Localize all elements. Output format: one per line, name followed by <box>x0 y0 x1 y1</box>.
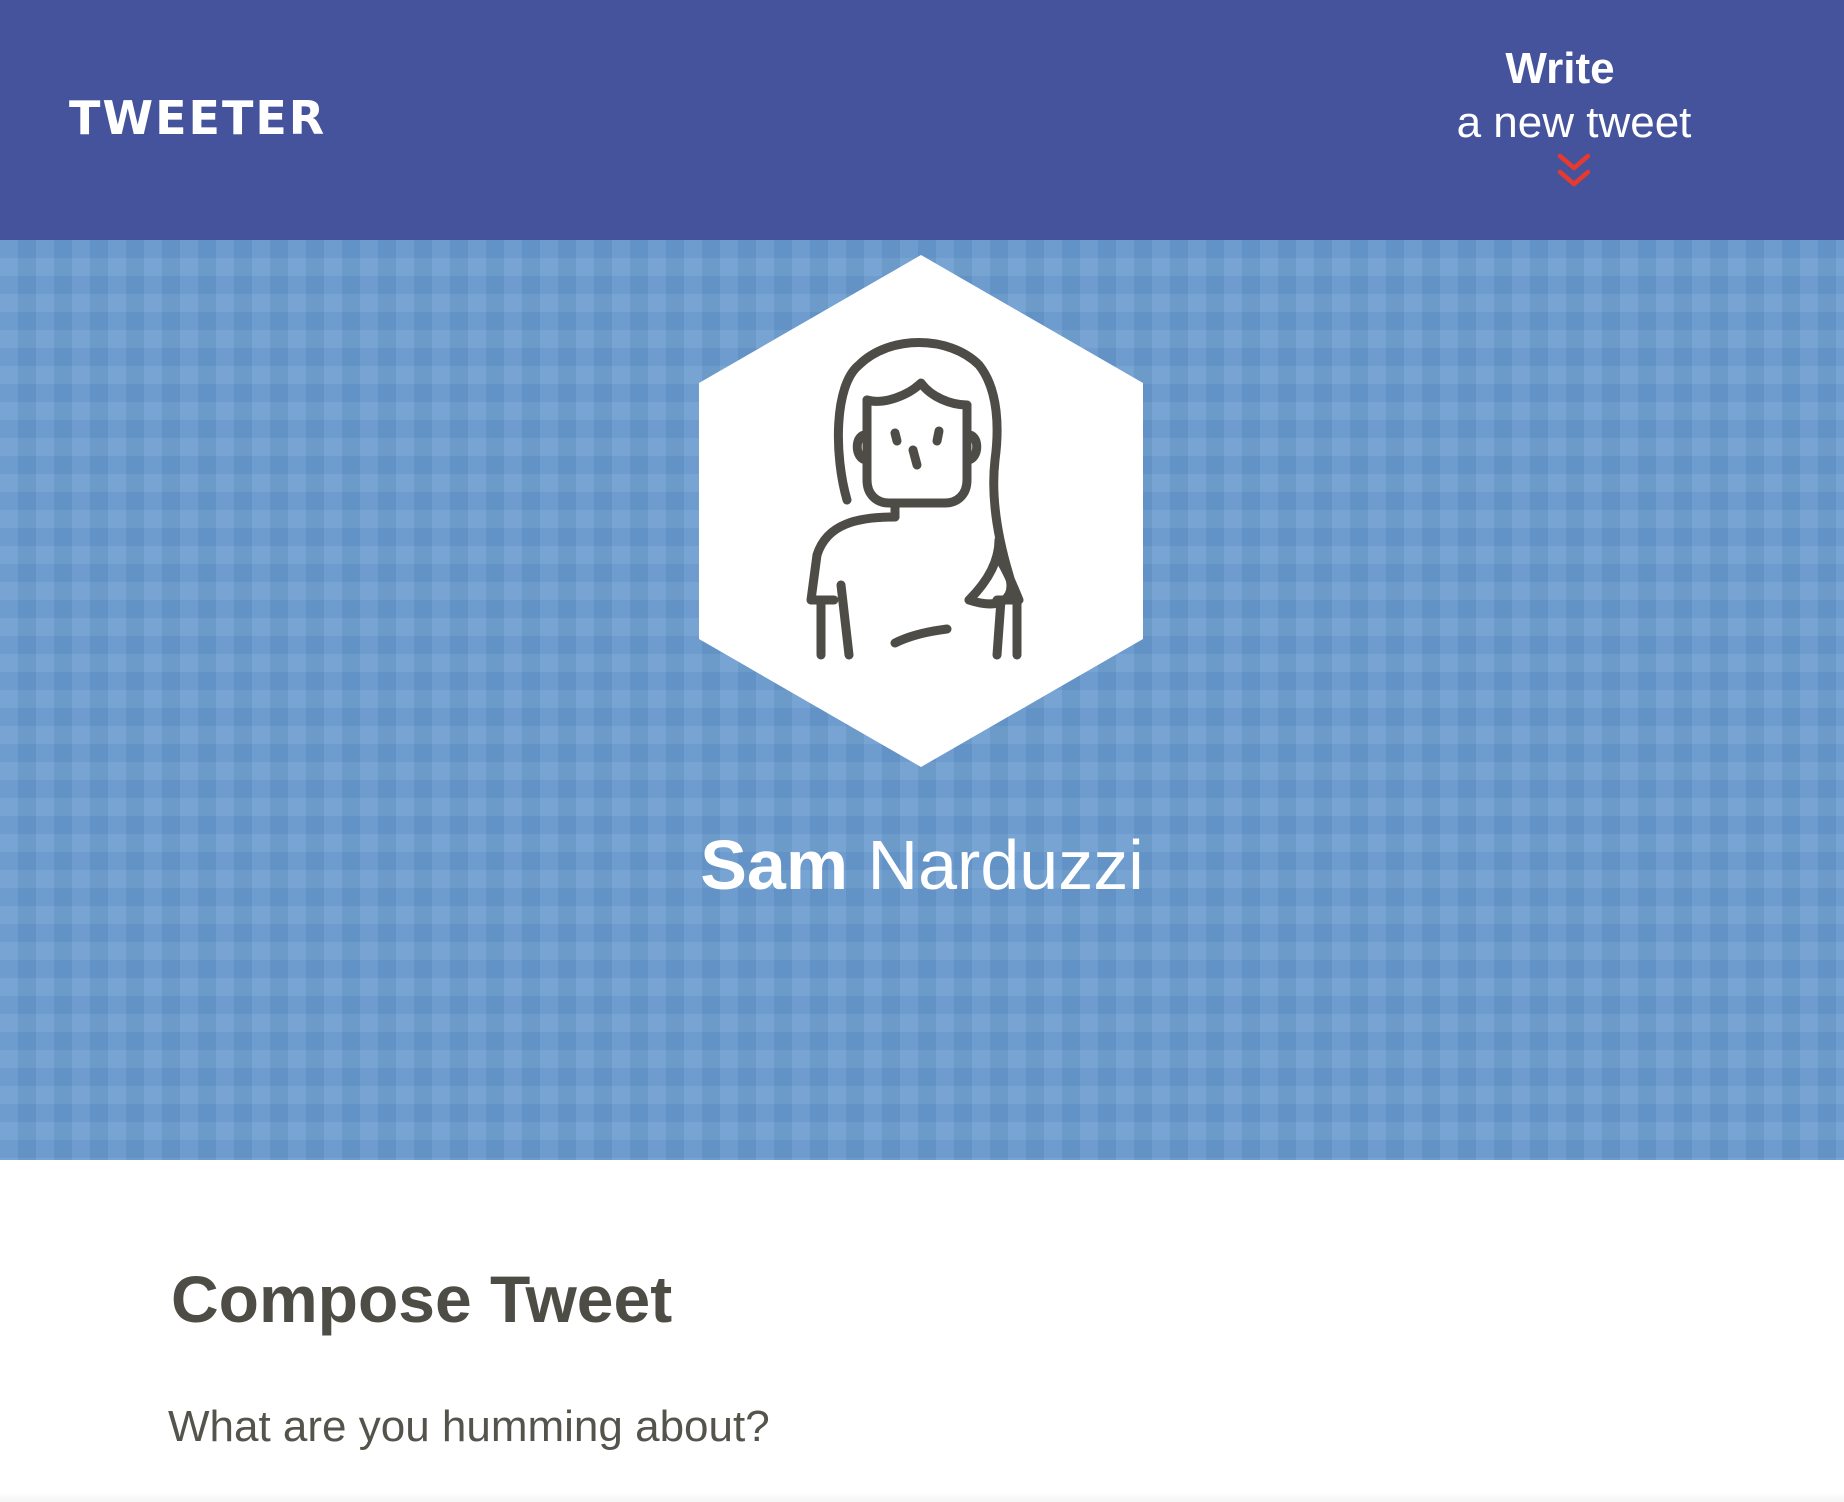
compose-title: Compose Tweet <box>171 1262 673 1336</box>
write-new-tweet-toggle[interactable]: Write a new tweet <box>1444 42 1704 202</box>
double-chevron-down-icon <box>1557 153 1591 187</box>
first-name: Sam <box>700 826 849 904</box>
bottom-shadow <box>0 1492 1844 1502</box>
woman-avatar-icon <box>699 255 1143 767</box>
tweet-input[interactable] <box>168 1400 1668 1502</box>
write-title: Write <box>1505 44 1615 93</box>
compose-section: Compose Tweet <box>0 1160 1844 1502</box>
avatar <box>699 255 1143 767</box>
brand-logo[interactable]: TWEETER <box>69 95 326 141</box>
write-subtitle: a new tweet <box>1456 98 1692 147</box>
profile-hero: Sam Narduzzi <box>0 240 1844 1160</box>
top-navbar: TWEETER Write a new tweet <box>0 0 1844 240</box>
profile-name: Sam Narduzzi <box>0 820 1844 910</box>
last-name: Narduzzi <box>867 826 1144 904</box>
